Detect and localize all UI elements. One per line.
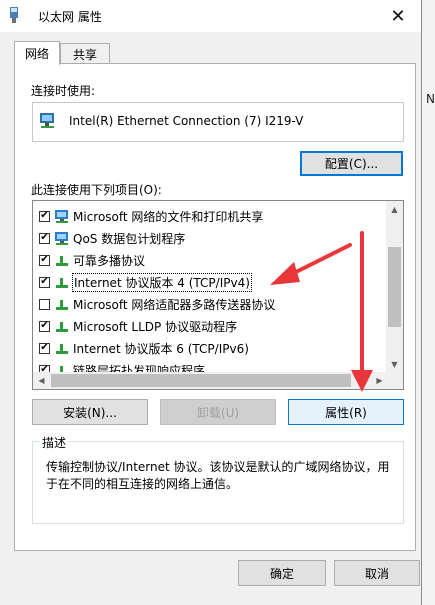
annotation-arrows (270, 231, 373, 392)
tab-network[interactable]: 网络 (14, 41, 60, 65)
tab-network-label: 网络 (24, 47, 49, 61)
annotation-arrow-to-ipv4 (270, 243, 352, 285)
annotation-arrow-to-properties (351, 231, 373, 392)
